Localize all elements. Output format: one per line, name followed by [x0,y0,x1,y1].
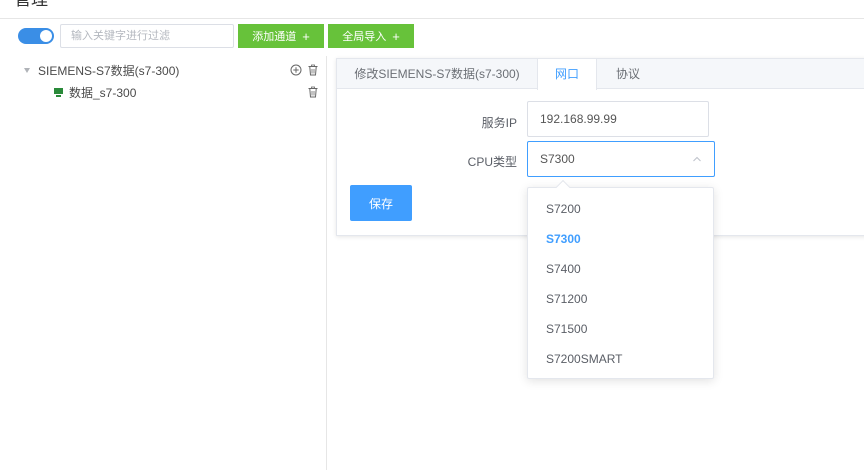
toggle-knob [40,30,52,42]
tab-bar: 修改SIEMENS-S7数据(s7-300) 网口 协议 [337,59,864,90]
tab-edit[interactable]: 修改SIEMENS-S7数据(s7-300) [337,59,537,89]
tree-divider [326,56,327,470]
monitor-icon [54,87,63,97]
cpu-type-dropdown: S7200 S7300 S7400 S71200 S71500 S7200SMA… [527,179,714,379]
filter-input[interactable] [60,24,234,48]
global-import-button[interactable]: 全局导入 + [328,24,414,48]
ip-input[interactable] [527,101,709,137]
tree-node-root[interactable]: SIEMENS-S7数据(s7-300) [24,60,179,80]
delete-child-icon[interactable] [307,86,319,98]
plus-icon: + [392,28,400,44]
plus-icon: + [302,28,310,44]
add-channel-label: 添加通道 [252,31,297,43]
add-channel-button[interactable]: 添加通道 + [238,24,324,48]
cpu-option[interactable]: S7200SMART [528,344,713,374]
cpu-option-selected[interactable]: S7300 [528,224,713,254]
filter-toggle[interactable] [18,28,54,44]
chevron-up-icon [693,156,701,162]
delete-root-icon[interactable] [307,64,319,76]
tree-node-root-label: SIEMENS-S7数据(s7-300) [38,63,180,78]
tab-network[interactable]: 网口 [537,59,597,90]
cpu-type-select[interactable]: S7300 [527,141,715,177]
tree-node-child[interactable]: 数据_s7-300 [54,82,136,102]
tab-protocol[interactable]: 协议 [597,59,659,89]
cpu-type-value: S7300 [540,152,575,166]
page-title: 管理 [14,0,48,10]
add-node-icon[interactable] [290,64,302,76]
cpu-type-label: CPU类型 [467,155,517,169]
cpu-option[interactable]: S7200 [528,194,713,224]
cpu-option[interactable]: S71500 [528,314,713,344]
caret-down-icon[interactable] [24,67,30,73]
title-divider [0,18,864,19]
ip-label: 服务IP [481,116,517,130]
cpu-option[interactable]: S71200 [528,284,713,314]
tree-node-child-label: 数据_s7-300 [69,85,137,100]
global-import-label: 全局导入 [342,31,387,43]
cpu-option[interactable]: S7400 [528,254,713,284]
save-button[interactable]: 保存 [350,185,412,221]
